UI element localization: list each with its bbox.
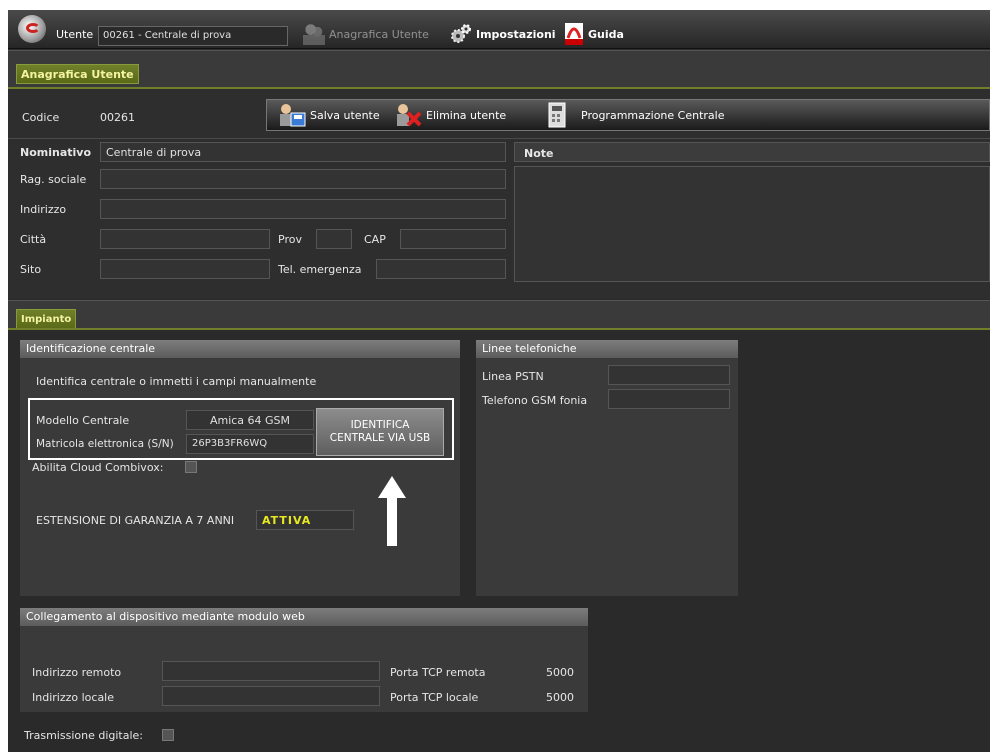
prov-label: Prov [278, 233, 302, 246]
sito-input[interactable] [100, 259, 270, 279]
note-textarea[interactable] [514, 166, 990, 282]
identificazione-header: Identificazione centrale [20, 340, 460, 358]
indirizzo-locale-label: Indirizzo locale [32, 691, 115, 704]
modello-centrale-value[interactable]: Amica 64 GSM [186, 410, 314, 430]
anagrafica-tabstrip [8, 50, 990, 89]
impostazioni-label: Impostazioni [476, 27, 556, 41]
tel-emergenza-input[interactable] [376, 259, 506, 279]
linea-pstn-label: Linea PSTN [482, 370, 544, 383]
anagrafica-utente-button[interactable]: Anagrafica Utente [303, 21, 429, 47]
save-user-icon [278, 103, 306, 127]
elimina-utente-label: Elimina utente [426, 108, 507, 122]
users-icon [303, 23, 325, 45]
identificazione-instructions: Identifica centrale o immetti i campi ma… [36, 375, 317, 388]
salva-utente-button[interactable]: Salva utente [278, 102, 380, 128]
telefono-gsm-input[interactable] [608, 389, 730, 409]
modello-centrale-label: Modello Centrale [36, 414, 130, 427]
note-label: Note [524, 147, 554, 160]
user-select[interactable]: 00261 - Centrale di prova [98, 26, 288, 46]
tab-anagrafica-utente[interactable]: Anagrafica Utente [16, 64, 139, 84]
cap-input[interactable] [400, 229, 506, 249]
codice-value: 00261 [100, 111, 135, 124]
garanzia-label: ESTENSIONE DI GARANZIA A 7 ANNI [36, 514, 235, 527]
programmazione-centrale-label: Programmazione Centrale [581, 108, 725, 122]
impostazioni-button[interactable]: Impostazioni [450, 21, 556, 47]
citta-label: Città [20, 233, 47, 246]
porta-remota-value: 5000 [546, 666, 574, 679]
porta-remota-label: Porta TCP remota [390, 666, 486, 679]
note-header [514, 142, 990, 162]
cloud-checkbox[interactable] [185, 461, 197, 473]
indirizzo-remoto-label: Indirizzo remoto [32, 666, 122, 679]
elimina-utente-button[interactable]: Elimina utente [394, 102, 506, 128]
cap-label: CAP [364, 233, 386, 246]
identifica-usb-line2: CENTRALE VIA USB [329, 432, 431, 444]
sito-label: Sito [20, 263, 42, 276]
salva-utente-label: Salva utente [310, 108, 380, 122]
anagrafica-utente-label: Anagrafica Utente [329, 27, 429, 41]
porta-locale-label: Porta TCP locale [390, 691, 479, 704]
prov-input[interactable] [316, 229, 352, 249]
gears-icon [450, 23, 472, 45]
tel-emergenza-label: Tel. emergenza [278, 263, 362, 276]
nominativo-label: Nominativo [20, 146, 92, 159]
indirizzo-label: Indirizzo [20, 203, 67, 216]
linea-pstn-input[interactable] [608, 365, 730, 385]
telefono-gsm-label: Telefono GSM fonia [482, 394, 588, 407]
collegamento-header: Collegamento al dispositivo mediante mod… [20, 608, 588, 626]
user-label: Utente [56, 28, 94, 41]
identifica-usb-button[interactable]: IDENTIFICA CENTRALE VIA USB [316, 408, 444, 456]
cloud-label: Abilita Cloud Combivox: [32, 461, 164, 474]
rag-sociale-label: Rag. sociale [20, 173, 87, 186]
codice-label: Codice [22, 111, 60, 124]
indirizzo-input[interactable] [100, 199, 506, 219]
matricola-label: Matricola elettronica (S/N) [36, 438, 174, 450]
programmazione-centrale-button[interactable]: Programmazione Centrale [545, 102, 724, 128]
linee-header: Linee telefoniche [476, 340, 738, 358]
section-divider [8, 138, 990, 139]
up-arrow-icon [378, 476, 406, 546]
rag-sociale-input[interactable] [100, 169, 506, 189]
tab-impianto[interactable]: Impianto [16, 309, 77, 329]
pdf-icon [564, 22, 584, 46]
garanzia-status: ATTIVA [256, 510, 354, 530]
porta-locale-value: 5000 [546, 691, 574, 704]
guida-button[interactable]: Guida [564, 21, 624, 47]
indirizzo-remoto-input[interactable] [162, 661, 380, 681]
app-window: Utente 00261 - Centrale di prova Anagraf… [8, 10, 990, 752]
nominativo-input[interactable]: Centrale di prova [100, 142, 506, 162]
citta-input[interactable] [100, 229, 270, 249]
logo-swoosh-icon [26, 23, 40, 33]
guida-label: Guida [588, 27, 624, 41]
identifica-usb-line1: IDENTIFICA [350, 419, 410, 431]
indirizzo-locale-input[interactable] [162, 686, 380, 706]
delete-user-icon [394, 103, 422, 127]
impianto-tabstrip [8, 300, 990, 331]
control-panel-icon [545, 102, 569, 128]
matricola-value[interactable]: 26P3B3FR6WQ [186, 434, 314, 454]
trasmissione-label: Trasmissione digitale: [24, 729, 144, 742]
trasmissione-checkbox[interactable] [162, 729, 174, 741]
